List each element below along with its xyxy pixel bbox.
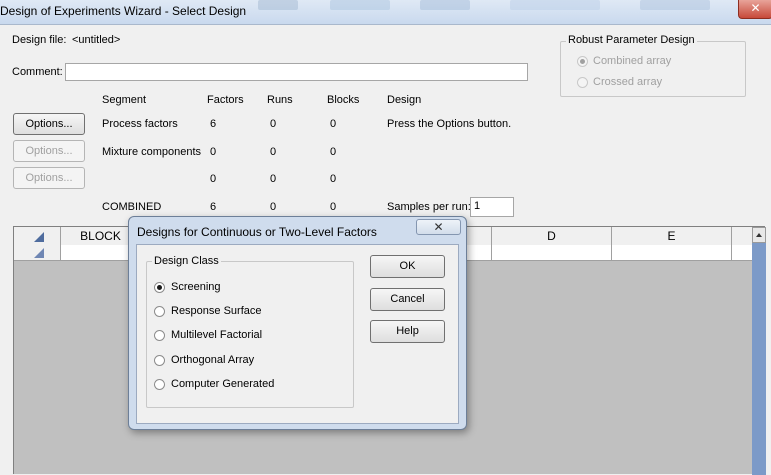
segment-runs: 0 — [270, 173, 277, 185]
segment-factors: 0 — [210, 146, 217, 158]
computer-generated-radio[interactable] — [154, 379, 165, 390]
ok-button[interactable]: OK — [370, 255, 445, 278]
column-header-f[interactable] — [732, 227, 752, 245]
segment-name: Process factors — [102, 118, 178, 130]
dialog-title: Designs for Continuous or Two-Level Fact… — [137, 225, 377, 239]
taskbar-blur — [258, 0, 298, 10]
row-selector-icon — [34, 248, 44, 258]
computer-generated-label[interactable]: Computer Generated — [171, 378, 274, 390]
scroll-up-arrow-icon[interactable] — [752, 227, 766, 243]
response-surface-label[interactable]: Response Surface — [171, 305, 262, 317]
header-segment: Segment — [102, 94, 147, 106]
grid-vertical-scrollbar[interactable] — [752, 227, 766, 475]
combined-label: COMBINED — [102, 201, 162, 213]
select-all-icon — [34, 232, 44, 242]
segment-factors: 0 — [210, 173, 217, 185]
crossed-array-radio[interactable] — [577, 77, 588, 88]
help-button[interactable]: Help — [370, 320, 445, 343]
segment-runs: 0 — [270, 146, 277, 158]
grid-cell[interactable] — [612, 245, 732, 260]
screening-label[interactable]: Screening — [171, 281, 221, 293]
window-title: Design of Experiments Wizard - Select De… — [0, 4, 247, 18]
samples-per-run-label: Samples per run: — [387, 201, 471, 213]
combined-array-radio[interactable] — [577, 56, 588, 67]
orthogonal-array-radio[interactable] — [154, 355, 165, 366]
combined-blocks: 0 — [330, 201, 337, 213]
robust-parameter-group — [560, 41, 746, 97]
grid-corner-cell[interactable] — [14, 227, 61, 245]
segment-blocks: 0 — [330, 146, 337, 158]
combined-factors: 6 — [210, 201, 217, 213]
header-factors: Factors — [207, 94, 244, 106]
samples-per-run-input[interactable]: 1 — [470, 197, 514, 217]
dialog-close-button[interactable]: ✕ — [416, 219, 461, 235]
header-runs: Runs — [267, 94, 293, 106]
robust-parameter-title: Robust Parameter Design — [566, 34, 697, 46]
comment-input[interactable] — [65, 63, 528, 81]
header-design: Design — [387, 94, 422, 106]
taskbar-blur — [640, 0, 710, 10]
design-file-label: Design file: — [12, 34, 67, 46]
dialog-body: Design Class Screening Response Surface … — [136, 244, 459, 424]
response-surface-radio[interactable] — [154, 306, 165, 317]
cancel-button[interactable]: Cancel — [370, 288, 445, 311]
design-class-dialog: Designs for Continuous or Two-Level Fact… — [128, 216, 467, 430]
segment-design: Press the Options button. — [387, 118, 512, 130]
segment-blocks: 0 — [330, 173, 337, 185]
process-options-button[interactable]: Options... — [13, 113, 85, 135]
row-header-cell[interactable] — [14, 245, 61, 260]
orthogonal-array-label[interactable]: Orthogonal Array — [171, 354, 254, 366]
column-header-d[interactable]: D — [492, 227, 612, 245]
segment-blocks: 0 — [330, 118, 337, 130]
crossed-array-label: Crossed array — [593, 76, 663, 88]
combined-runs: 0 — [270, 201, 277, 213]
mixture-options-button[interactable]: Options... — [13, 140, 85, 162]
segment-name: Mixture components — [102, 146, 202, 158]
screening-radio[interactable] — [154, 282, 165, 293]
third-options-button[interactable]: Options... — [13, 167, 85, 189]
grid-cell[interactable] — [492, 245, 612, 260]
segment-factors: 6 — [210, 118, 217, 130]
multilevel-factorial-label[interactable]: Multilevel Factorial — [171, 329, 262, 341]
window-titlebar: Design of Experiments Wizard - Select De… — [0, 0, 771, 25]
header-blocks: Blocks — [327, 94, 360, 106]
comment-label: Comment: — [12, 66, 63, 78]
column-header-e[interactable]: E — [612, 227, 732, 245]
multilevel-factorial-radio[interactable] — [154, 330, 165, 341]
design-file-value: <untitled> — [72, 34, 121, 46]
taskbar-blur — [510, 0, 600, 10]
window-close-button[interactable] — [738, 0, 771, 19]
design-class-title: Design Class — [152, 255, 221, 267]
segment-runs: 0 — [270, 118, 277, 130]
combined-array-label: Combined array — [593, 55, 672, 67]
taskbar-blur — [330, 0, 390, 10]
taskbar-blur — [420, 0, 470, 10]
